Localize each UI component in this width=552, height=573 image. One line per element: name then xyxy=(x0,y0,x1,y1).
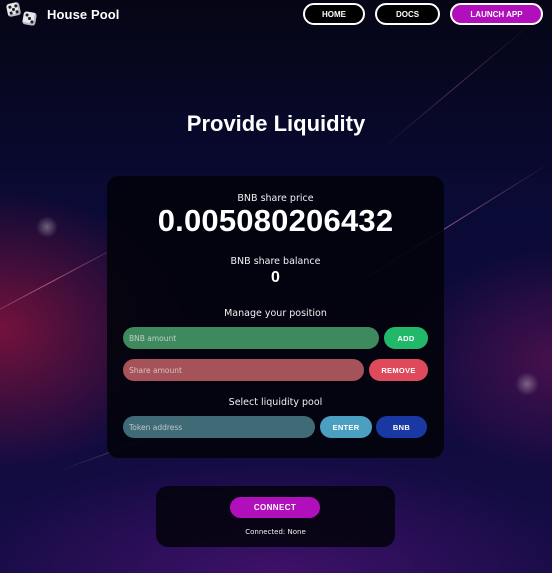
add-button[interactable]: ADD xyxy=(384,327,428,349)
background-glow xyxy=(515,372,539,396)
dice-icon[interactable] xyxy=(5,1,39,27)
launch-app-button[interactable]: LAUNCH APP xyxy=(450,3,543,25)
share-balance-label: BNB share balance xyxy=(230,256,321,267)
background-glow xyxy=(36,216,58,238)
share-balance-value: 0 xyxy=(271,269,280,286)
docs-button[interactable]: DOCS xyxy=(375,3,440,25)
share-amount-input[interactable] xyxy=(123,359,364,381)
top-nav: House Pool HOME DOCS LAUNCH APP xyxy=(0,0,552,32)
connection-status: Connected: None xyxy=(245,528,306,536)
select-pool-heading: Select liquidity pool xyxy=(228,397,323,408)
token-address-input[interactable] xyxy=(123,416,315,438)
page-title: Provide Liquidity xyxy=(186,111,366,136)
liquidity-card: BNB share price 0.005080206432 BNB share… xyxy=(107,176,444,458)
bnb-amount-input[interactable] xyxy=(123,327,379,349)
enter-button[interactable]: ENTER xyxy=(320,416,372,438)
remove-button[interactable]: REMOVE xyxy=(369,359,428,381)
share-price-value: 0.005080206432 xyxy=(157,203,394,238)
connect-button[interactable]: CONNECT xyxy=(230,497,320,518)
manage-position-heading: Manage your position xyxy=(224,308,327,319)
home-button[interactable]: HOME xyxy=(303,3,365,25)
bnb-pool-button[interactable]: BNB xyxy=(376,416,427,438)
connect-card: CONNECT Connected: None xyxy=(156,486,395,547)
brand-name[interactable]: House Pool xyxy=(47,7,120,22)
